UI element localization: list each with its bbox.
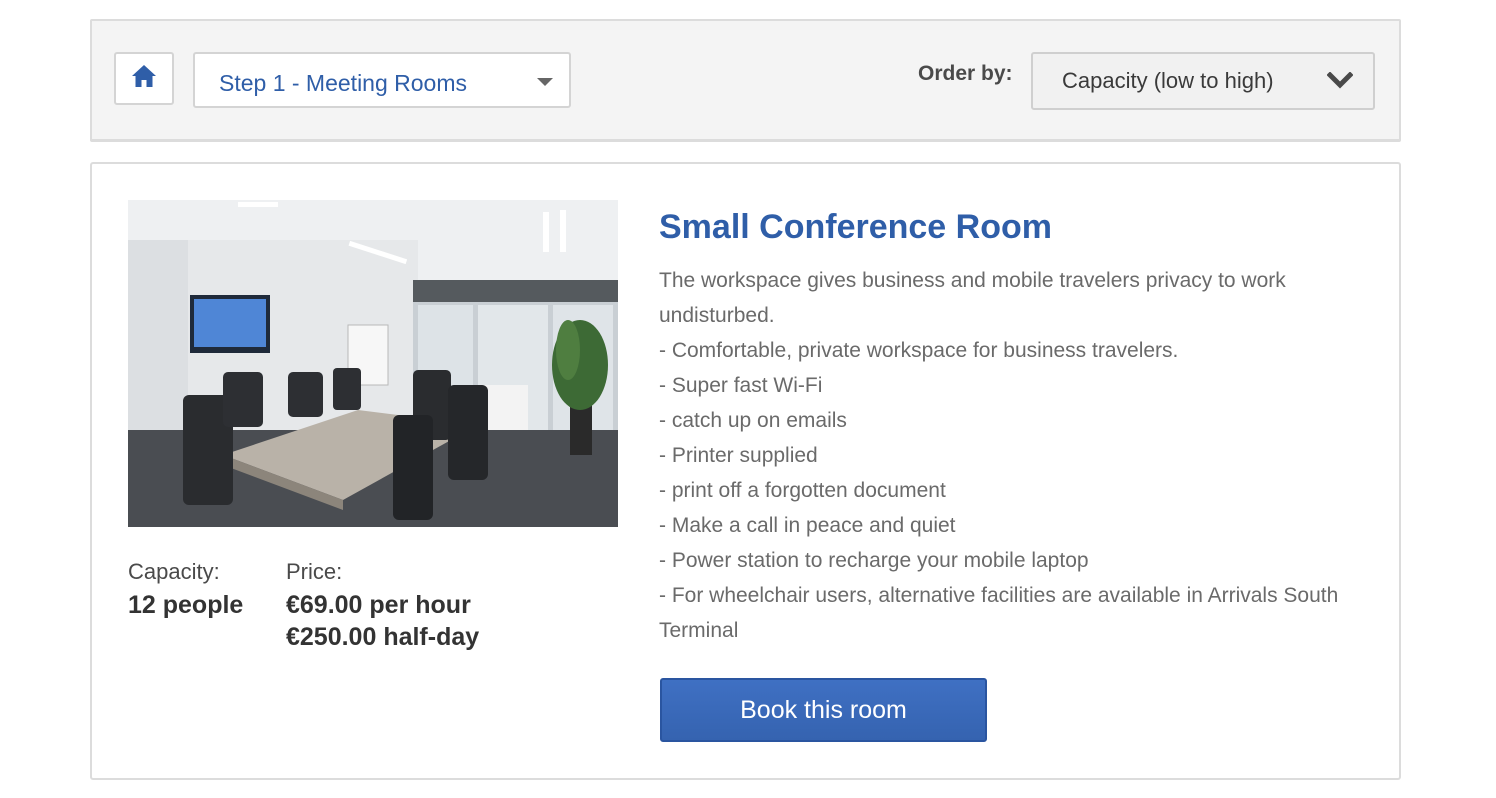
home-icon <box>131 64 157 93</box>
chevron-down-icon <box>1326 71 1354 95</box>
step-select[interactable]: Step 1 - Meeting Rooms <box>193 52 571 108</box>
description-line: - Comfortable, private workspace for bus… <box>659 339 1179 362</box>
room-title: Small Conference Room <box>659 208 1052 246</box>
step-select-value: Step 1 - Meeting Rooms <box>219 70 468 96</box>
description-line: - Make a call in peace and quiet <box>659 514 956 537</box>
description-line: - Printer supplied <box>659 444 818 467</box>
capacity-label: Capacity: <box>128 559 220 584</box>
price-per-hour: €69.00 per hour <box>286 591 471 619</box>
capacity-value: 12 people <box>128 591 244 619</box>
description-line: - For wheelchair users, alternative faci… <box>659 584 1339 642</box>
caret-down-icon <box>537 78 553 86</box>
description-line: The workspace gives business and mobile … <box>659 269 1286 327</box>
order-by-value: Capacity (low to high) <box>1062 68 1274 93</box>
description-line: - Super fast Wi-Fi <box>659 374 823 397</box>
order-by-select[interactable]: Capacity (low to high) <box>1031 52 1375 110</box>
toolbar: Step 1 - Meeting Rooms Order by: Capacit… <box>90 19 1401 142</box>
home-button[interactable] <box>114 52 174 105</box>
order-by-label: Order by: <box>918 62 1013 85</box>
description-line: - Power station to recharge your mobile … <box>659 549 1089 572</box>
room-card: Small Conference Room The workspace give… <box>90 162 1401 780</box>
room-description: The workspace gives business and mobile … <box>659 263 1339 648</box>
description-line: - print off a forgotten document <box>659 479 946 502</box>
price-label: Price: <box>286 559 343 584</box>
description-line: - catch up on emails <box>659 409 847 432</box>
room-photo <box>128 200 618 527</box>
price-half-day: €250.00 half-day <box>286 623 480 651</box>
book-room-button[interactable]: Book this room <box>660 678 987 742</box>
